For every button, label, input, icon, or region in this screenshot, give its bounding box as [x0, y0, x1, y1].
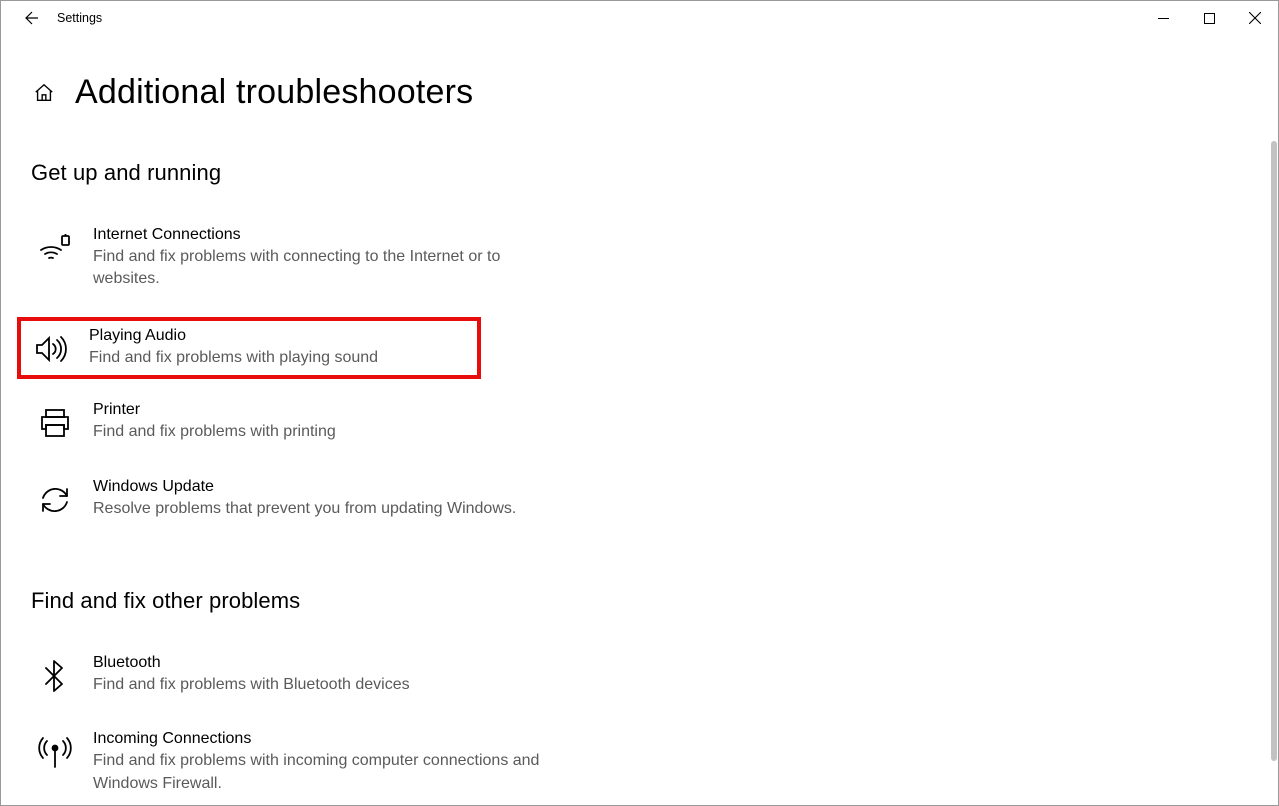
app-title: Settings — [57, 11, 102, 25]
troubleshooter-windows-update[interactable]: Windows Update Resolve problems that pre… — [31, 470, 571, 528]
speaker-icon — [31, 329, 71, 369]
item-desc: Find and fix problems with connecting to… — [93, 246, 567, 291]
troubleshooter-bluetooth[interactable]: Bluetooth Find and fix problems with Blu… — [31, 646, 571, 704]
maximize-button[interactable] — [1186, 1, 1232, 35]
item-text: Incoming Connections Find and fix proble… — [93, 730, 567, 795]
item-title: Playing Audio — [89, 327, 473, 345]
minimize-icon — [1158, 13, 1169, 24]
item-desc: Find and fix problems with playing sound — [89, 347, 473, 369]
item-desc: Find and fix problems with incoming comp… — [93, 750, 567, 795]
page-title: Additional troubleshooters — [75, 73, 473, 112]
item-title: Windows Update — [93, 478, 567, 496]
troubleshooter-internet-connections[interactable]: Internet Connections Find and fix proble… — [31, 218, 571, 299]
window-controls — [1140, 1, 1278, 35]
item-desc: Find and fix problems with Bluetooth dev… — [93, 674, 567, 696]
troubleshooter-printer[interactable]: Printer Find and fix problems with print… — [31, 393, 571, 451]
bluetooth-icon — [35, 656, 75, 696]
troubleshooter-incoming-connections[interactable]: Incoming Connections Find and fix proble… — [31, 722, 571, 803]
antenna-icon — [35, 732, 75, 772]
section-find-fix-title: Find and fix other problems — [31, 588, 1248, 614]
home-icon — [33, 82, 55, 104]
scrollbar-thumb[interactable] — [1271, 141, 1277, 761]
back-arrow-icon — [22, 9, 40, 27]
minimize-button[interactable] — [1140, 1, 1186, 35]
section-get-up-title: Get up and running — [31, 160, 1248, 186]
close-button[interactable] — [1232, 1, 1278, 35]
troubleshooter-playing-audio[interactable]: Playing Audio Find and fix problems with… — [17, 317, 481, 379]
item-text: Windows Update Resolve problems that pre… — [93, 478, 567, 520]
item-text: Internet Connections Find and fix proble… — [93, 226, 567, 291]
close-icon — [1249, 12, 1261, 24]
title-bar: Settings — [1, 1, 1278, 35]
printer-icon — [35, 403, 75, 443]
back-button[interactable] — [9, 1, 53, 35]
maximize-icon — [1204, 13, 1215, 24]
content-area: Additional troubleshooters Get up and ru… — [1, 35, 1278, 805]
item-desc: Resolve problems that prevent you from u… — [93, 498, 567, 520]
wifi-icon — [35, 228, 75, 268]
item-title: Printer — [93, 401, 567, 419]
page-header: Additional troubleshooters — [31, 73, 1248, 112]
item-title: Incoming Connections — [93, 730, 567, 748]
section-find-fix: Find and fix other problems Bluetooth Fi… — [31, 588, 1248, 803]
item-text: Printer Find and fix problems with print… — [93, 401, 567, 443]
scrollbar[interactable] — [1271, 141, 1277, 805]
item-title: Internet Connections — [93, 226, 567, 244]
sync-icon — [35, 480, 75, 520]
item-text: Playing Audio Find and fix problems with… — [89, 327, 473, 369]
item-title: Bluetooth — [93, 654, 567, 672]
item-text: Bluetooth Find and fix problems with Blu… — [93, 654, 567, 696]
home-button[interactable] — [31, 80, 57, 106]
item-desc: Find and fix problems with printing — [93, 421, 567, 443]
